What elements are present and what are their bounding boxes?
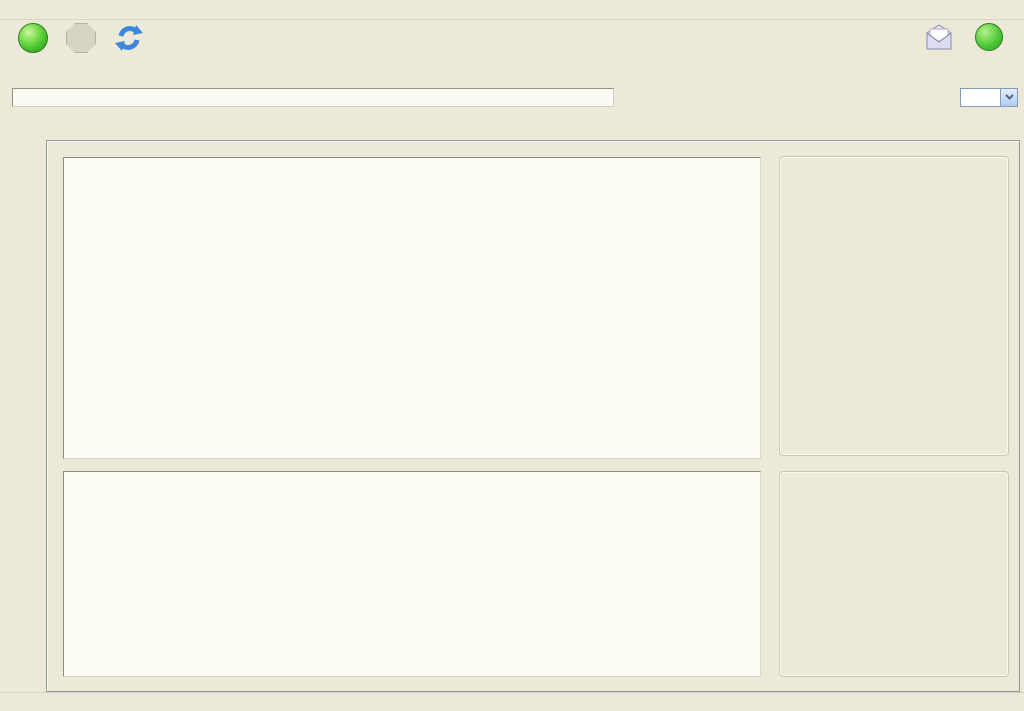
main-area: [0, 110, 1024, 693]
chevron-down-icon: [1005, 94, 1014, 100]
non-pvc-stats-groupbox: [779, 471, 1009, 677]
doppler-analysis-select[interactable]: [960, 88, 1018, 107]
help-icon: [975, 23, 1003, 51]
application-window: [0, 0, 1024, 711]
help-button[interactable]: [966, 23, 1012, 54]
stop-icon: [66, 23, 96, 53]
non-pvc-volume-chart: [63, 471, 761, 677]
combo-dropdown-button[interactable]: [1000, 89, 1017, 106]
menu-bar: [0, 0, 1024, 20]
pvc-stats-groupbox: [779, 156, 1009, 456]
reload-button[interactable]: [106, 23, 152, 56]
location-bar: [0, 84, 1024, 110]
tab-control: [46, 118, 1020, 692]
toolbar: [0, 20, 1024, 82]
pvc-volume-chart: [63, 157, 761, 459]
reload-icon: [114, 23, 144, 53]
stop-button[interactable]: [58, 23, 104, 56]
status-bar: [0, 692, 1024, 711]
envelope-icon: [922, 23, 956, 51]
location-input[interactable]: [12, 88, 614, 107]
tab-strip: [46, 118, 1020, 140]
tab-page-pdi-volume: [46, 140, 1020, 692]
start-icon: [18, 23, 48, 53]
start-button[interactable]: [10, 23, 56, 56]
doppler-analysis-value: [961, 89, 1000, 106]
contact-artium-button[interactable]: [914, 23, 964, 54]
